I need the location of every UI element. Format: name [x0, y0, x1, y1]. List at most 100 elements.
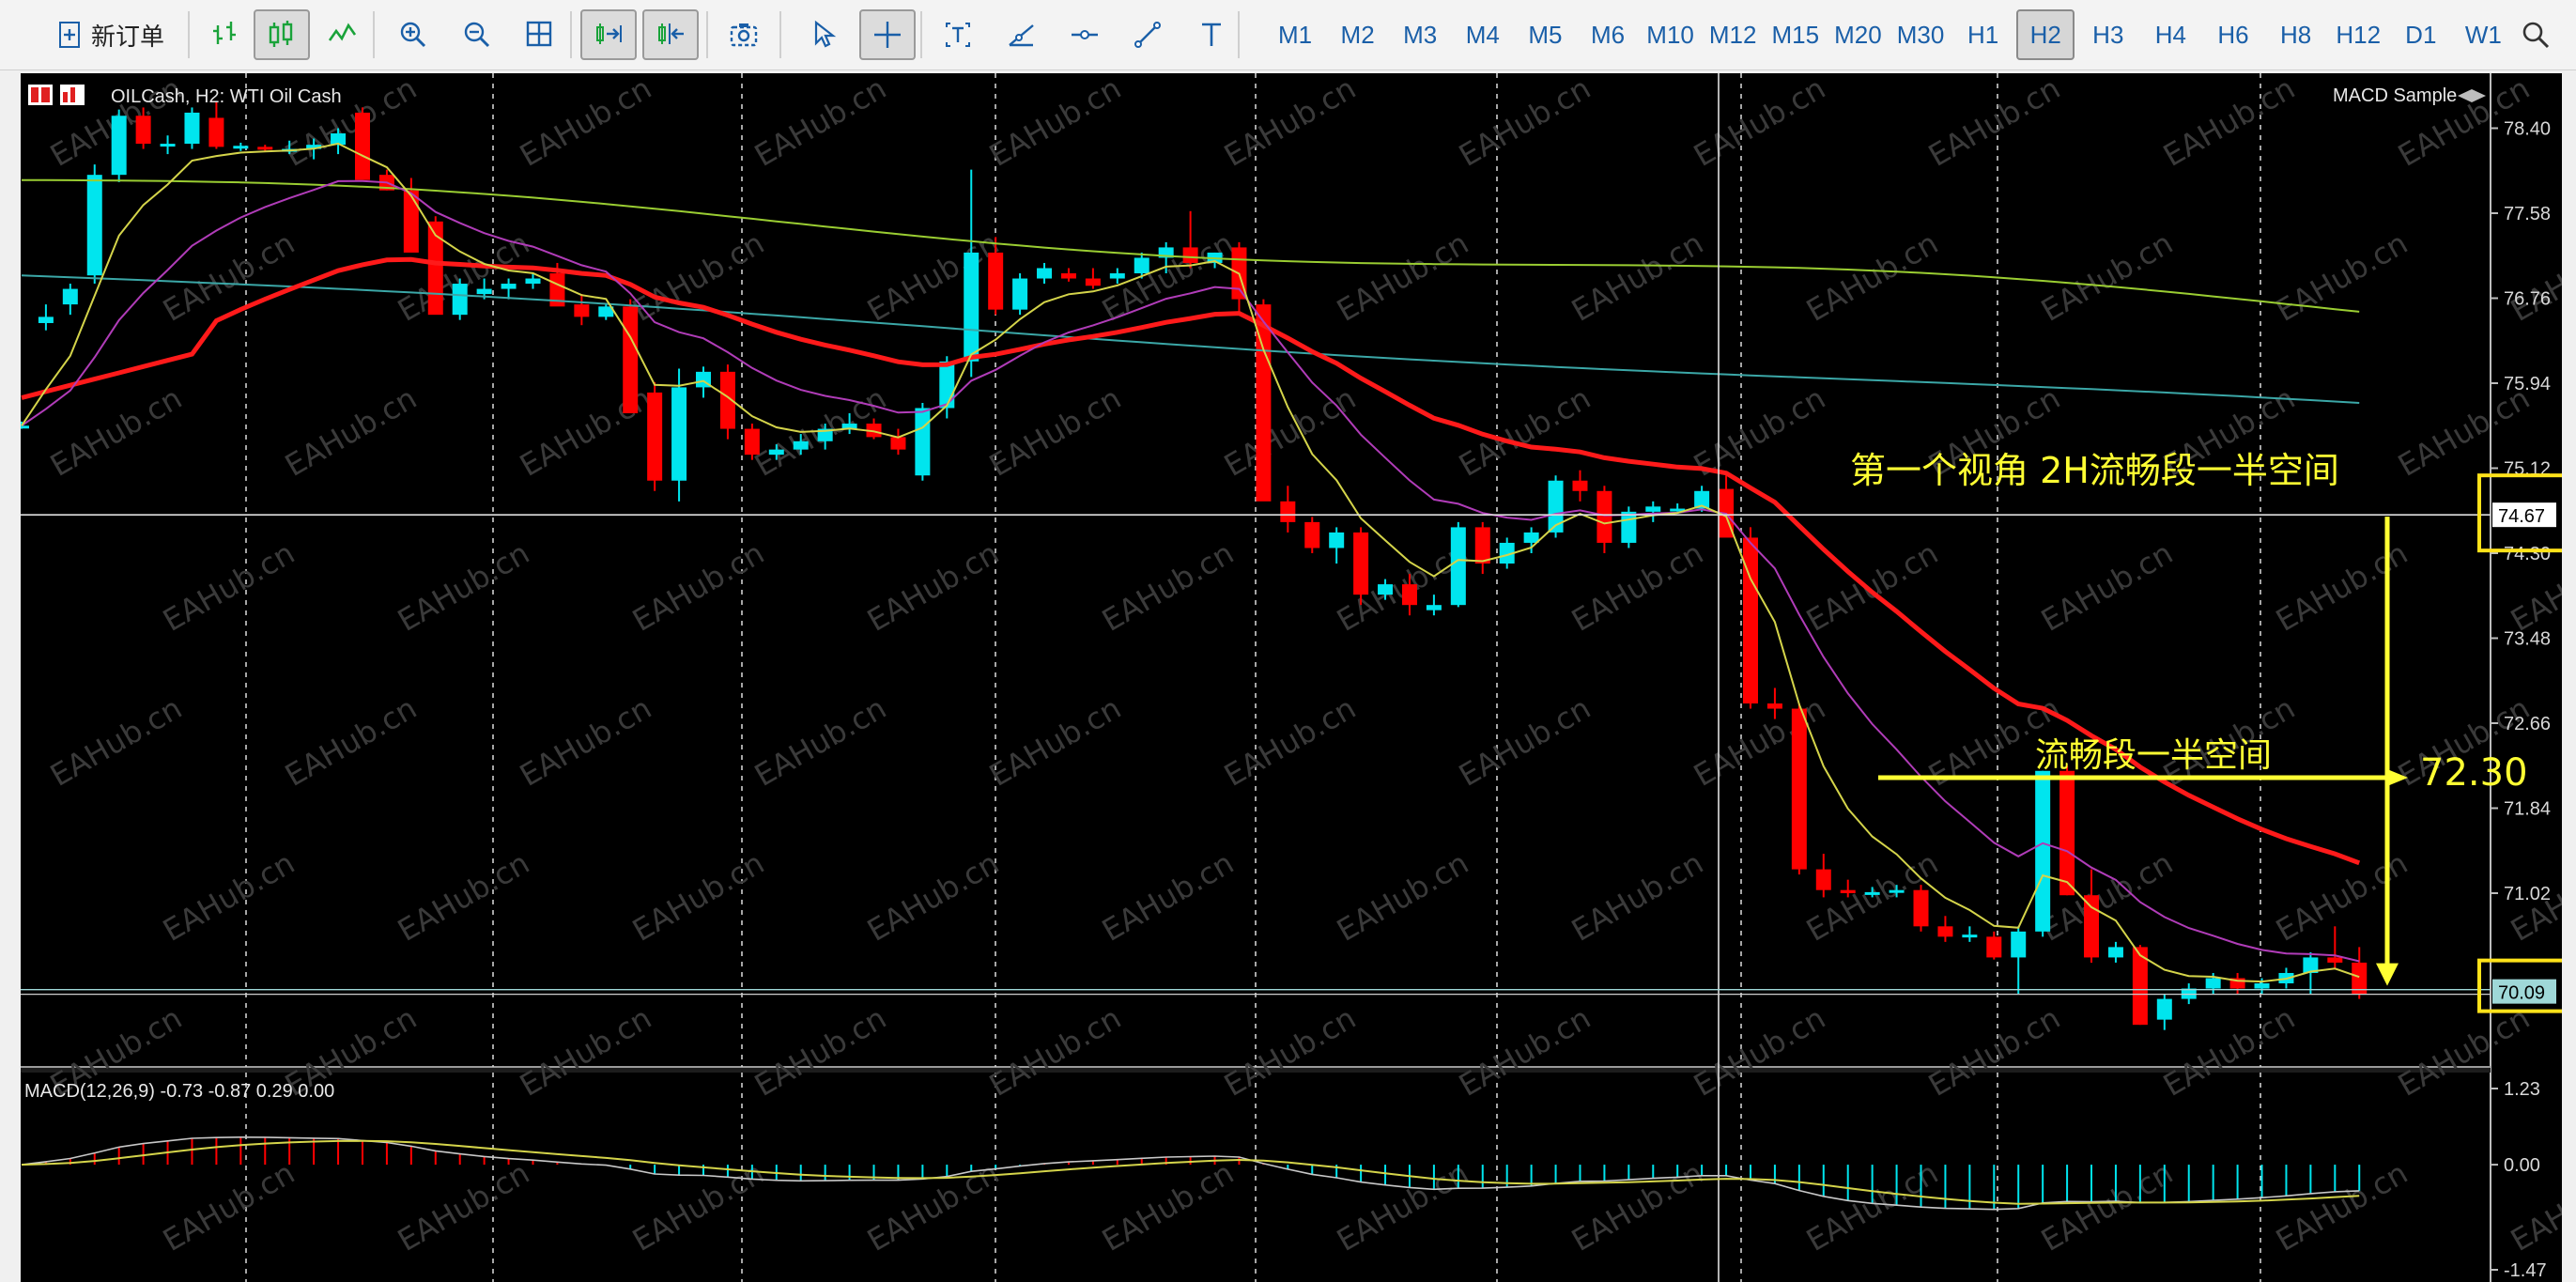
- timeframe-m4[interactable]: M4: [1454, 9, 1512, 60]
- new-order-button[interactable]: 新订单: [45, 9, 177, 60]
- chart-type-line-button[interactable]: [315, 9, 371, 60]
- watermark-text: EAHub.cn: [1331, 1155, 1474, 1259]
- candle-body: [1523, 532, 1539, 543]
- annotation-vertical-arrow-head: [2376, 963, 2399, 986]
- timeframe-h2[interactable]: H2: [2016, 9, 2075, 60]
- candle-body: [2011, 931, 2027, 958]
- zoom-in-button[interactable]: [385, 9, 441, 60]
- timeframe-h3[interactable]: H3: [2079, 9, 2137, 60]
- candle-body: [1037, 268, 1053, 279]
- watermark-text: EAHub.cn: [392, 535, 535, 639]
- candle-body: [1840, 889, 1856, 893]
- cursor-button[interactable]: [796, 9, 853, 60]
- watermark-text: EAHub.cn: [2035, 1155, 2179, 1259]
- candle-body: [2205, 978, 2221, 989]
- text-label-button[interactable]: [930, 9, 986, 60]
- timeframe-h1[interactable]: H1: [1954, 9, 2013, 60]
- chart-type-bars-button[interactable]: [197, 9, 254, 60]
- candle-body: [160, 144, 176, 147]
- candle-body: [354, 112, 370, 180]
- text-button[interactable]: [1183, 9, 1240, 60]
- candle-body: [671, 387, 687, 481]
- candle-body: [1962, 934, 1978, 938]
- chart-shift-icon: [658, 23, 684, 44]
- watermark-text: EAHub.cn: [1096, 845, 1240, 949]
- price-tick-label: 78.40: [2504, 119, 2551, 140]
- candle-body: [501, 284, 517, 289]
- watermark-text: EAHub.cn: [1800, 225, 1944, 329]
- watermark-text: EAHub.cn: [861, 845, 1005, 949]
- price-tick-label: 76.76: [2504, 289, 2551, 310]
- watermark-text: EAHub.cn: [1331, 845, 1474, 949]
- horizontal-line-icon: [1072, 30, 1098, 39]
- angle-line-icon: [1009, 24, 1034, 47]
- horizontal-line-button[interactable]: [1057, 9, 1113, 60]
- candle-body: [2059, 770, 2075, 896]
- timeframe-w1[interactable]: W1: [2454, 9, 2512, 60]
- angle-line-button[interactable]: [994, 9, 1050, 60]
- timeframe-h12[interactable]: H12: [2329, 9, 2387, 60]
- timeframe-h6[interactable]: H6: [2204, 9, 2262, 60]
- price-tick-label: 77.58: [2504, 204, 2551, 224]
- trend-line-button[interactable]: [1119, 9, 1176, 60]
- chart-window[interactable]: EAHub.cn EAHub.cn EAHub.cn EAHub.cn EAHub.cn…: [21, 73, 2562, 1282]
- price-tick-label: 74.30: [2504, 544, 2551, 564]
- search-icon: [2522, 22, 2550, 49]
- watermark-text: EAHub.cn: [748, 1000, 892, 1104]
- candle-body: [988, 252, 1004, 310]
- chart-shift-button[interactable]: [642, 9, 699, 60]
- watermark-text: EAHub.cn: [279, 690, 423, 794]
- auto-scroll-icon: [596, 23, 622, 44]
- candle-body: [86, 175, 102, 276]
- text-icon: [1202, 23, 1221, 46]
- screenshot-icon: [730, 23, 758, 47]
- candle-body: [257, 147, 273, 150]
- price-tick-label: 73.48: [2504, 629, 2551, 650]
- timeframe-m30[interactable]: M30: [1891, 9, 1950, 60]
- watermark-text: EAHub.cn: [983, 380, 1127, 484]
- watermark-text: EAHub.cn: [1096, 1155, 1240, 1259]
- watermark-text: EAHub.cn: [1453, 73, 1597, 174]
- watermark-text: EAHub.cn: [1096, 535, 1240, 639]
- grid-button[interactable]: [512, 9, 568, 60]
- candle-body: [525, 278, 541, 285]
- watermark-text: EAHub.cn: [2035, 535, 2179, 639]
- price-tick-label: 75.94: [2504, 374, 2551, 394]
- auto-scroll-button[interactable]: [580, 9, 637, 60]
- candle-body: [1889, 889, 1905, 893]
- timeframe-m2[interactable]: M2: [1329, 9, 1387, 60]
- chart-menu-icon-part: [31, 87, 39, 102]
- chart-type-bars-icon: [213, 22, 236, 44]
- chart-menu-icon-part: [41, 87, 50, 102]
- candle-body: [768, 449, 784, 456]
- timeframe-d1[interactable]: D1: [2392, 9, 2450, 60]
- timeframe-m15[interactable]: M15: [1766, 9, 1825, 60]
- crosshair-button[interactable]: [859, 9, 916, 60]
- timeframe-m12[interactable]: M12: [1704, 9, 1762, 60]
- watermark-text: EAHub.cn: [626, 535, 770, 639]
- timeframe-m10[interactable]: M10: [1642, 9, 1700, 60]
- timeframe-m20[interactable]: M20: [1828, 9, 1887, 60]
- macd-tick-label: -1.47: [2504, 1260, 2547, 1281]
- watermark-text: EAHub.cn: [2270, 535, 2414, 639]
- search-button[interactable]: [2509, 9, 2562, 60]
- timeframe-m6[interactable]: M6: [1579, 9, 1637, 60]
- watermark-text: EAHub.cn: [1566, 845, 1709, 949]
- timeframe-m1[interactable]: M1: [1266, 9, 1324, 60]
- toolbar-separator: [706, 11, 708, 58]
- watermark-text: EAHub.cn: [1218, 1000, 1362, 1104]
- watermark-text: EAHub.cn: [748, 690, 892, 794]
- watermark-text: EAHub.cn: [1688, 690, 1831, 794]
- zoom-out-button[interactable]: [449, 9, 505, 60]
- timeframe-m5[interactable]: M5: [1516, 9, 1574, 60]
- watermark-text: EAHub.cn: [1688, 73, 1831, 174]
- watermark-text: EAHub.cn: [2270, 225, 2414, 329]
- timeframe-h4[interactable]: H4: [2141, 9, 2199, 60]
- timeframe-m3[interactable]: M3: [1391, 9, 1449, 60]
- chart-canvas[interactable]: EAHub.cn EAHub.cn EAHub.cn EAHub.cn EAHub.cn…: [21, 73, 2562, 1282]
- watermark-text: EAHub.cn: [983, 1000, 1127, 1104]
- screenshot-button[interactable]: [716, 9, 772, 60]
- chart-type-candles-button[interactable]: [254, 9, 310, 60]
- timeframe-h8[interactable]: H8: [2267, 9, 2325, 60]
- candle-body: [1742, 537, 1758, 704]
